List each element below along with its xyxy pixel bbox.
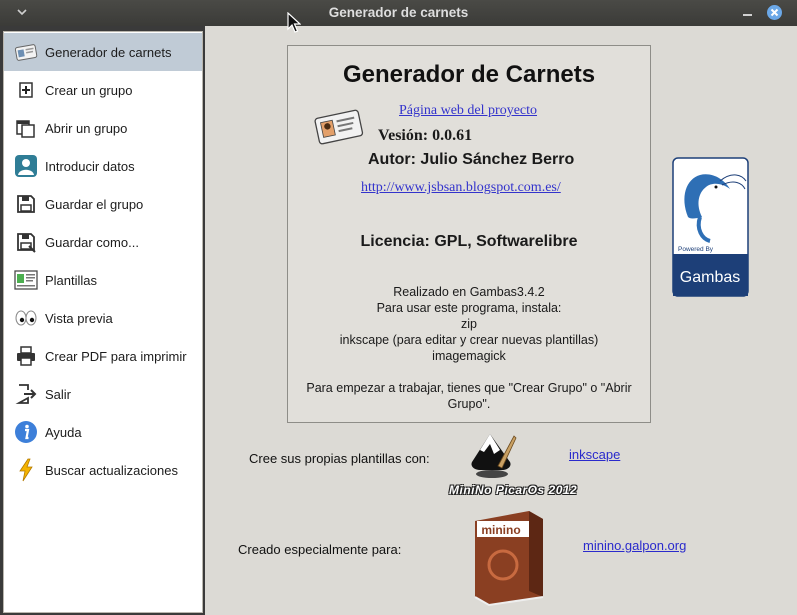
requirements-info: Realizado en Gambas3.4.2 Para usar este … bbox=[288, 284, 650, 364]
close-icon bbox=[770, 8, 779, 17]
license-text: Licencia: GPL, Softwarelibre bbox=[360, 233, 578, 250]
project-web-link[interactable]: Página web del proyecto bbox=[399, 103, 537, 119]
printer-icon bbox=[17, 346, 35, 366]
sidebar-item-ayuda[interactable]: Ayuda bbox=[4, 413, 202, 451]
created-for-label: Creado especialmente para: bbox=[238, 542, 402, 557]
floppy-save-as-icon bbox=[17, 233, 36, 253]
info-line: imagemagick bbox=[432, 349, 506, 363]
main-panel: Generador de Carnets Página web del proy… bbox=[205, 26, 797, 615]
inkscape-link[interactable]: inkscape bbox=[569, 447, 620, 462]
info-line: Realizado en Gambas3.4.2 bbox=[393, 285, 545, 299]
info-line: inkscape (para editar y crear nuevas pla… bbox=[339, 333, 599, 347]
sidebar-item-salir[interactable]: Salir bbox=[4, 375, 202, 413]
id-card-icon bbox=[314, 109, 364, 145]
lightning-icon bbox=[19, 458, 33, 482]
sidebar-item-introducir-datos[interactable]: Introducir datos bbox=[4, 147, 202, 185]
sidebar-item-label: Abrir un grupo bbox=[45, 120, 128, 136]
sidebar: Generador de carnets Crear un grupo Abri… bbox=[3, 31, 203, 613]
minino-badge: MiniNo PicarOs 2012 bbox=[449, 483, 578, 497]
sidebar-item-label: Buscar actualizaciones bbox=[45, 462, 178, 478]
user-icon bbox=[15, 155, 37, 177]
sidebar-item-crear-un-grupo[interactable]: Crear un grupo bbox=[4, 71, 202, 109]
about-card: Generador de Carnets Página web del proy… bbox=[287, 45, 651, 423]
minimize-icon[interactable] bbox=[741, 3, 755, 21]
sidebar-item-crear-pdf[interactable]: Crear PDF para imprimir bbox=[4, 337, 202, 375]
sidebar-item-label: Salir bbox=[45, 386, 72, 402]
sidebar-item-label: Introducir datos bbox=[45, 158, 135, 174]
floppy-icon bbox=[17, 195, 35, 213]
sidebar-item-plantillas[interactable]: Plantillas bbox=[4, 261, 202, 299]
sidebar-item-buscar-actualizaciones[interactable]: Buscar actualizaciones bbox=[4, 451, 202, 489]
id-card-icon bbox=[14, 44, 38, 61]
add-group-icon bbox=[19, 82, 33, 98]
sidebar-item-label: Vista previa bbox=[45, 310, 113, 326]
sidebar-item-label: Guardar el grupo bbox=[45, 196, 144, 212]
version-text: Vesión: 0.0.61 bbox=[378, 127, 473, 144]
mouse-cursor-icon bbox=[287, 12, 301, 33]
sidebar-item-label: Crear PDF para imprimir bbox=[45, 348, 187, 364]
minino-box-label: minino bbox=[481, 523, 520, 537]
powered-by-label: Powered By bbox=[678, 246, 714, 253]
exit-icon bbox=[15, 384, 37, 404]
sidebar-item-abrir-un-grupo[interactable]: Abrir un grupo bbox=[4, 109, 202, 147]
start-instructions: Para empezar a trabajar, tienes que "Cre… bbox=[306, 381, 632, 411]
minino-link[interactable]: minino.galpon.org bbox=[583, 538, 686, 553]
info-icon bbox=[15, 421, 37, 443]
gambas-label: Gambas bbox=[680, 269, 740, 286]
template-icon bbox=[14, 270, 38, 290]
window-title: Generador de carnets bbox=[328, 5, 469, 20]
sidebar-item-label: Plantillas bbox=[45, 272, 98, 288]
sidebar-item-label: Crear un grupo bbox=[45, 82, 133, 98]
eyes-icon bbox=[15, 310, 37, 326]
minino-box-icon: minino bbox=[474, 511, 544, 607]
about-heading: Generador de Carnets bbox=[342, 61, 596, 88]
info-line: zip bbox=[461, 317, 477, 331]
sidebar-item-label: Guardar como... bbox=[45, 234, 139, 250]
title-bar: Generador de carnets bbox=[0, 0, 797, 26]
gambas-logo: Powered By Gambas bbox=[672, 157, 749, 297]
close-button[interactable] bbox=[767, 5, 782, 20]
sidebar-item-guardar-como[interactable]: Guardar como... bbox=[4, 223, 202, 261]
inkscape-icon bbox=[471, 434, 517, 478]
sidebar-item-label: Ayuda bbox=[45, 424, 82, 440]
templates-label: Cree sus propias plantillas con: bbox=[249, 451, 430, 466]
sidebar-item-guardar-el-grupo[interactable]: Guardar el grupo bbox=[4, 185, 202, 223]
sidebar-item-generador-de-carnets[interactable]: Generador de carnets bbox=[4, 33, 202, 71]
open-group-icon bbox=[16, 120, 35, 138]
author-text: Autor: Julio Sánchez Berro bbox=[368, 151, 575, 168]
info-line: Para usar este programa, instala: bbox=[376, 301, 562, 315]
sidebar-item-vista-previa[interactable]: Vista previa bbox=[4, 299, 202, 337]
blog-link[interactable]: http://www.jsbsan.blogspot.com.es/ bbox=[361, 180, 561, 196]
sidebar-item-label: Generador de carnets bbox=[45, 44, 172, 60]
